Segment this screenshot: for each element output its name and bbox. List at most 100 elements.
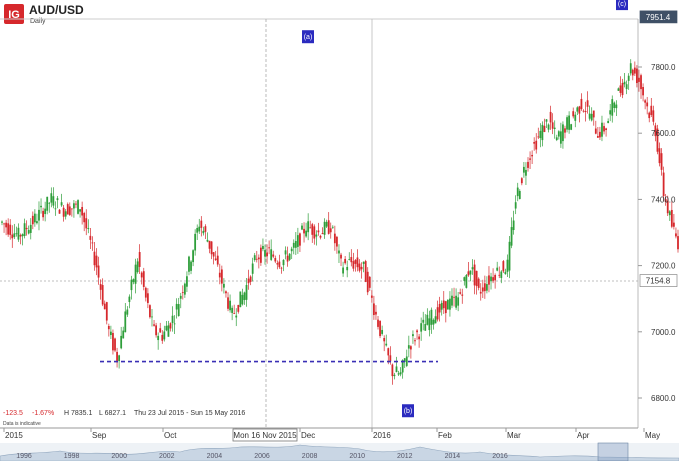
candle-body [446,300,449,310]
candle-body [52,196,55,206]
candle-body [17,227,20,240]
candle-body [430,309,433,325]
candle-body [438,304,441,313]
stat-high: H 7835.1 [64,410,93,417]
candle-body [183,283,186,295]
candle-body [87,228,90,230]
candle-body [114,338,116,351]
candle-body [331,226,334,228]
candle-body [592,110,595,118]
stat-change-pct: -1.67% [32,410,54,417]
candle-body [75,203,77,205]
candle-body [553,127,556,130]
candle-body [42,210,44,218]
candle-body [375,311,377,315]
candle-body [311,224,314,235]
candle-body [381,329,384,334]
candle-body [105,302,108,321]
candle-body [636,68,638,84]
candle-body [171,315,174,323]
candle-body [512,220,515,231]
candle-body [514,202,517,209]
candle-body [463,277,466,281]
candle-body [23,223,26,236]
candle-body [3,223,5,225]
candle-body [64,211,67,217]
candle-body [580,98,583,110]
candle-body [582,110,585,112]
candle-body [243,292,246,301]
candle-body [323,221,326,235]
navigator-year-label: 2010 [349,453,365,460]
candle-body [578,106,581,114]
annotation-markers: (a) (b) (c) [302,0,628,418]
candle-body [253,255,256,261]
candle-body [539,130,542,139]
candle-body [142,271,145,287]
candle-body [607,121,610,124]
candle-body [559,131,562,144]
candle-body [247,278,250,284]
candle-body [638,77,640,82]
candle-body [9,224,12,235]
candle-body [33,213,36,223]
candle-body [140,272,143,278]
candle-body [455,295,457,308]
stat-range: Thu 23 Jul 2015 - Sun 15 May 2016 [134,410,245,417]
candle-body [325,221,328,227]
candle-body [407,345,410,349]
candle-body [276,263,279,265]
candle-body [303,228,305,234]
candle-body [134,264,137,284]
candle-body [214,258,217,261]
candle-body [416,330,418,333]
navigator-year-label: 2000 [111,453,127,460]
navigator-year-label: 2012 [397,453,413,460]
candle-body [572,111,575,117]
candle-body [15,233,18,235]
candle-body [613,102,616,108]
candle-body [397,373,400,375]
candle-body [522,166,525,173]
candle-body [570,124,573,130]
y-tick-label: 7000.0 [651,328,676,337]
candle-body [31,215,34,225]
candle-body [646,102,649,107]
candle-body [387,348,390,356]
candle-body [66,204,69,215]
candle-body [190,261,192,271]
candle-body [434,316,437,324]
candle-body [440,302,443,310]
candle-body [305,230,307,237]
navigator-year-label: 2014 [445,453,461,460]
candle-body [395,366,398,373]
candle-body [194,233,197,251]
candle-body [321,233,324,235]
candle-body [112,332,114,351]
candle-body [508,241,511,271]
candle-body [136,261,139,273]
candle-body [27,230,30,234]
candle-body [615,104,618,109]
candle-body [444,301,447,314]
candle-body [56,198,59,201]
candle-body [169,323,172,329]
candle-body [453,296,455,298]
candle-body [352,261,355,269]
candlestick-series [1,59,679,385]
candle-body [461,294,464,296]
candle-body [62,207,65,217]
candle-body [21,234,24,237]
crosshair-date-label: Mon 16 Nov 2015 [233,431,297,440]
y-tick-label: 7200.0 [651,262,676,271]
navigator-selection[interactable] [597,442,629,461]
candle-body [584,111,587,113]
candle-body [159,328,162,333]
candle-body [89,235,92,240]
candle-body [368,276,371,288]
candle-body [46,196,49,211]
candle-body [346,266,349,271]
candle-body [292,242,295,248]
candle-body [379,320,381,337]
candle-body [611,99,614,116]
